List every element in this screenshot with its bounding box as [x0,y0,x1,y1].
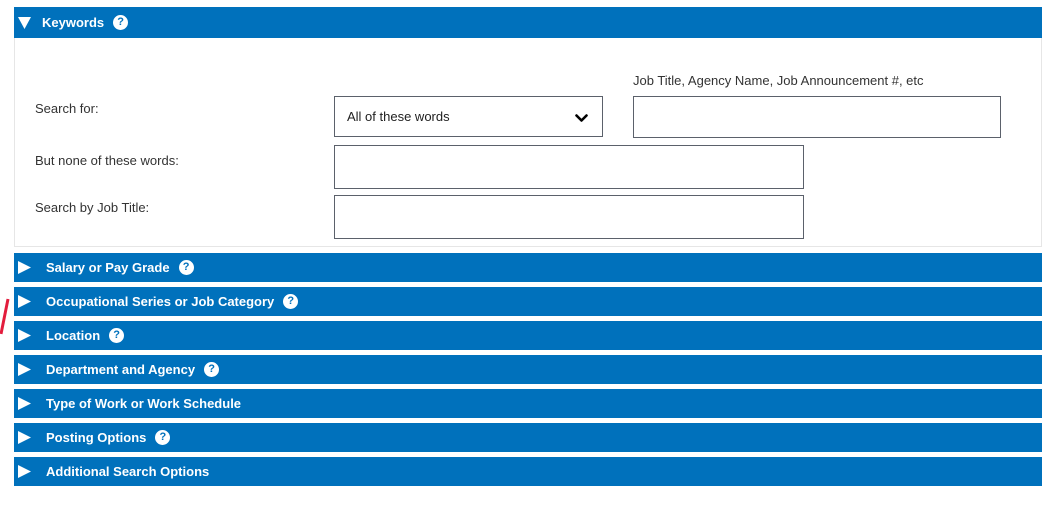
section-header-salary-or-pay-grade[interactable]: Salary or Pay Grade? [14,253,1042,282]
section-title: Location [46,328,101,343]
section-header-department-and-agency[interactable]: Department and Agency? [14,355,1042,384]
triangle-right-icon [18,397,38,410]
section-title: Salary or Pay Grade [46,260,170,275]
keywords-panel-body: Job Title, Agency Name, Job Announcement… [14,38,1042,247]
section-header-location[interactable]: Location? [14,321,1042,350]
search-mode-select[interactable]: All of these words [334,96,603,137]
triangle-right-icon [18,329,38,342]
chevron-down-icon [575,111,588,126]
section-title: Type of Work or Work Schedule [46,396,242,411]
triangle-right-icon [18,295,38,308]
search-for-label: Search for: [35,101,99,116]
section-title: Additional Search Options [46,464,210,479]
search-mode-value: All of these words [347,109,450,124]
section-header-type-of-work-or-work-schedule[interactable]: Type of Work or Work Schedule [14,389,1042,418]
triangle-right-icon [18,261,38,274]
question-circle-icon[interactable]: ? [109,328,125,343]
triangle-down-icon [18,16,38,29]
keywords-title: Keywords [42,15,105,30]
job-title-label: Search by Job Title: [35,200,150,215]
question-circle-icon[interactable]: ? [113,15,129,30]
triangle-right-icon [18,431,38,444]
section-title: Department and Agency [46,362,196,377]
section-header-additional-search-options[interactable]: Additional Search Options [14,457,1042,486]
section-header-posting-options[interactable]: Posting Options? [14,423,1042,452]
annotation-arrow-mark [0,298,10,335]
section-title: Posting Options [46,430,147,445]
job-title-input[interactable] [334,195,804,239]
section-title: Occupational Series or Job Category [46,294,275,309]
question-circle-icon[interactable]: ? [283,294,299,309]
collapsed-sections: Salary or Pay Grade? Occupational Series … [14,253,1042,486]
section-header-occupational-series-or-job-category[interactable]: Occupational Series or Job Category? [14,287,1042,316]
none-of-words-label: But none of these words: [35,153,179,168]
triangle-right-icon [18,363,38,376]
question-circle-icon[interactable]: ? [178,260,194,275]
question-circle-icon[interactable]: ? [155,430,171,445]
exclude-words-input[interactable] [334,145,804,189]
keywords-hint: Job Title, Agency Name, Job Announcement… [633,73,924,88]
question-circle-icon[interactable]: ? [204,362,220,377]
keywords-panel-header[interactable]: Keywords ? [14,7,1042,38]
keywords-input[interactable] [633,96,1001,138]
search-filters: Keywords ? Job Title, Agency Name, Job A… [14,7,1042,491]
triangle-right-icon [18,465,38,478]
